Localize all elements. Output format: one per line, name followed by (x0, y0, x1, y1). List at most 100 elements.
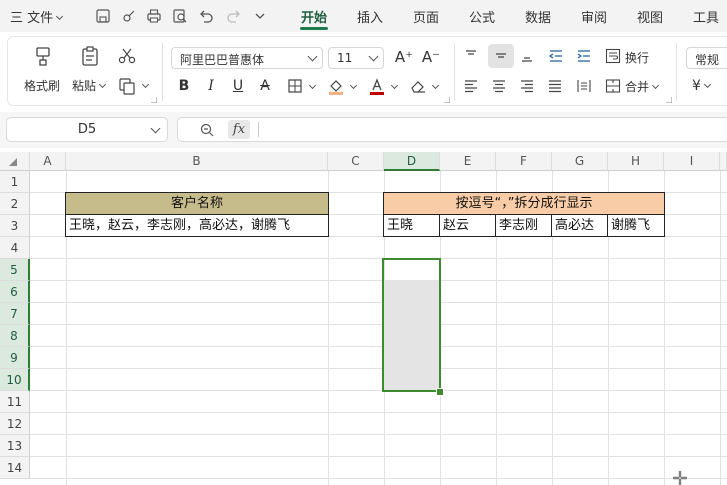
alignment-group-launcher-icon[interactable] (666, 97, 672, 103)
clear-format-dropdown-chevron-icon[interactable] (431, 81, 440, 90)
wrap-text-icon[interactable] (605, 48, 621, 64)
font-group-launcher-icon[interactable] (444, 97, 450, 103)
insert-function-button[interactable]: fx (228, 120, 250, 139)
more-chevron-icon[interactable] (252, 8, 268, 24)
column-header-e[interactable]: E (440, 152, 496, 171)
clipboard-group-launcher-icon[interactable] (151, 97, 157, 103)
zoom-search-icon[interactable] (200, 123, 214, 137)
formula-input[interactable]: fx (177, 117, 727, 142)
row-header-8[interactable]: 8 (0, 325, 30, 347)
copy-icon[interactable] (118, 77, 136, 95)
spreadsheet-grid[interactable]: A B C D E F G H I 1 2 3 4 5 6 7 8 9 10 1… (0, 152, 727, 485)
number-format-select[interactable]: 常规 (686, 47, 727, 69)
row-header-13[interactable]: 13 (0, 435, 30, 457)
copy-dropdown-chevron-icon[interactable] (141, 80, 150, 89)
export-icon[interactable] (121, 8, 137, 24)
cut-icon[interactable] (118, 47, 136, 65)
row-header-6[interactable]: 6 (0, 281, 30, 303)
decrease-font-size-icon[interactable]: A⁻ (421, 49, 441, 65)
column-header-j[interactable] (720, 152, 727, 171)
paste-label[interactable]: 粘贴 (72, 77, 107, 94)
column-header-b[interactable]: B (66, 152, 328, 171)
font-color-dropdown-chevron-icon[interactable] (390, 81, 399, 90)
align-top-icon[interactable] (464, 49, 478, 63)
row-header-5[interactable]: 5 (0, 259, 30, 281)
fill-handle[interactable] (436, 388, 444, 396)
strikethrough-icon[interactable]: A (257, 78, 273, 94)
file-menu[interactable]: 三 文件 (10, 7, 64, 26)
fill-color-icon[interactable] (327, 77, 345, 95)
print-preview-icon[interactable] (172, 8, 188, 24)
clear-format-icon[interactable] (409, 78, 427, 94)
row-header-10[interactable]: 10 (0, 369, 30, 391)
cell-d2[interactable]: 按逗号“，”拆分成行显示 (383, 192, 665, 215)
format-painter-icon[interactable] (32, 45, 54, 67)
fill-color-dropdown-chevron-icon[interactable] (349, 81, 358, 90)
row-header-12[interactable]: 12 (0, 413, 30, 435)
font-size-select[interactable]: 11 (328, 47, 384, 69)
row-header-1[interactable]: 1 (0, 171, 30, 193)
row-header-14[interactable]: 14 (0, 457, 30, 479)
tab-tools[interactable]: 工具 (693, 7, 719, 26)
tab-insert[interactable]: 插入 (357, 7, 383, 26)
justify-icon[interactable] (548, 79, 562, 93)
font-name-select[interactable]: 阿里巴巴普惠体 (171, 47, 323, 69)
gridline-row (30, 368, 727, 369)
align-right-icon[interactable] (520, 79, 534, 93)
tab-data[interactable]: 数据 (525, 7, 551, 26)
cell-f3[interactable]: 李志刚 (495, 214, 552, 237)
tab-page[interactable]: 页面 (413, 7, 439, 26)
column-header-f[interactable]: F (496, 152, 552, 171)
redo-icon[interactable] (226, 8, 242, 24)
cell-h3[interactable]: 谢腾飞 (607, 214, 665, 237)
currency-format-button[interactable]: ¥ (692, 78, 711, 94)
distributed-align-icon[interactable] (576, 78, 592, 94)
cell-b3[interactable]: 王晓，赵云，李志刚，高必达，谢腾飞 (65, 214, 329, 237)
font-color-icon[interactable] (368, 77, 386, 95)
row-header-11[interactable]: 11 (0, 391, 30, 413)
gridline-row (30, 346, 727, 347)
column-header-i[interactable]: I (664, 152, 720, 171)
wrap-text-label[interactable]: 换行 (625, 49, 649, 66)
column-header-d[interactable]: D (384, 152, 440, 171)
row-header-9[interactable]: 9 (0, 347, 30, 369)
name-box[interactable]: D5 (6, 117, 168, 142)
tab-review[interactable]: 审阅 (581, 7, 607, 26)
column-header-h[interactable]: H (608, 152, 664, 171)
row-header-7[interactable]: 7 (0, 303, 30, 325)
paste-icon[interactable] (79, 45, 101, 67)
row-header-4[interactable]: 4 (0, 237, 30, 259)
selection-range-d5-d10[interactable] (382, 258, 441, 392)
save-icon[interactable] (95, 8, 111, 24)
cell-g3[interactable]: 高必达 (551, 214, 608, 237)
underline-icon[interactable]: U (230, 78, 246, 94)
increase-font-size-icon[interactable]: A⁺ (394, 49, 414, 65)
cell-b2[interactable]: 客户名称 (65, 192, 329, 215)
row-header-3[interactable]: 3 (0, 215, 30, 237)
tab-formulas[interactable]: 公式 (469, 7, 495, 26)
cell-d3[interactable]: 王晓 (383, 214, 440, 237)
tab-view[interactable]: 视图 (637, 7, 663, 26)
tab-home[interactable]: 开始 (301, 7, 327, 26)
decrease-indent-icon[interactable] (548, 49, 564, 63)
bold-icon[interactable]: B (176, 78, 192, 94)
italic-icon[interactable]: I (203, 78, 219, 94)
gridline-row (30, 456, 727, 457)
print-icon[interactable] (146, 8, 162, 24)
select-all-corner[interactable] (0, 152, 30, 171)
borders-icon[interactable] (288, 79, 302, 93)
column-header-g[interactable]: G (552, 152, 608, 171)
cell-e3[interactable]: 赵云 (439, 214, 496, 237)
merge-cells-icon[interactable] (605, 78, 621, 94)
format-painter-label[interactable]: 格式刷 (24, 77, 60, 94)
row-header-2[interactable]: 2 (0, 193, 30, 215)
borders-dropdown-chevron-icon[interactable] (308, 81, 317, 90)
increase-indent-icon[interactable] (576, 49, 592, 63)
undo-icon[interactable] (198, 8, 214, 24)
merge-label[interactable]: 合并 (625, 78, 660, 95)
align-bottom-icon[interactable] (520, 49, 534, 63)
column-header-c[interactable]: C (328, 152, 384, 171)
align-left-icon[interactable] (464, 79, 478, 93)
align-center-icon[interactable] (492, 79, 506, 93)
column-header-a[interactable]: A (30, 152, 66, 171)
